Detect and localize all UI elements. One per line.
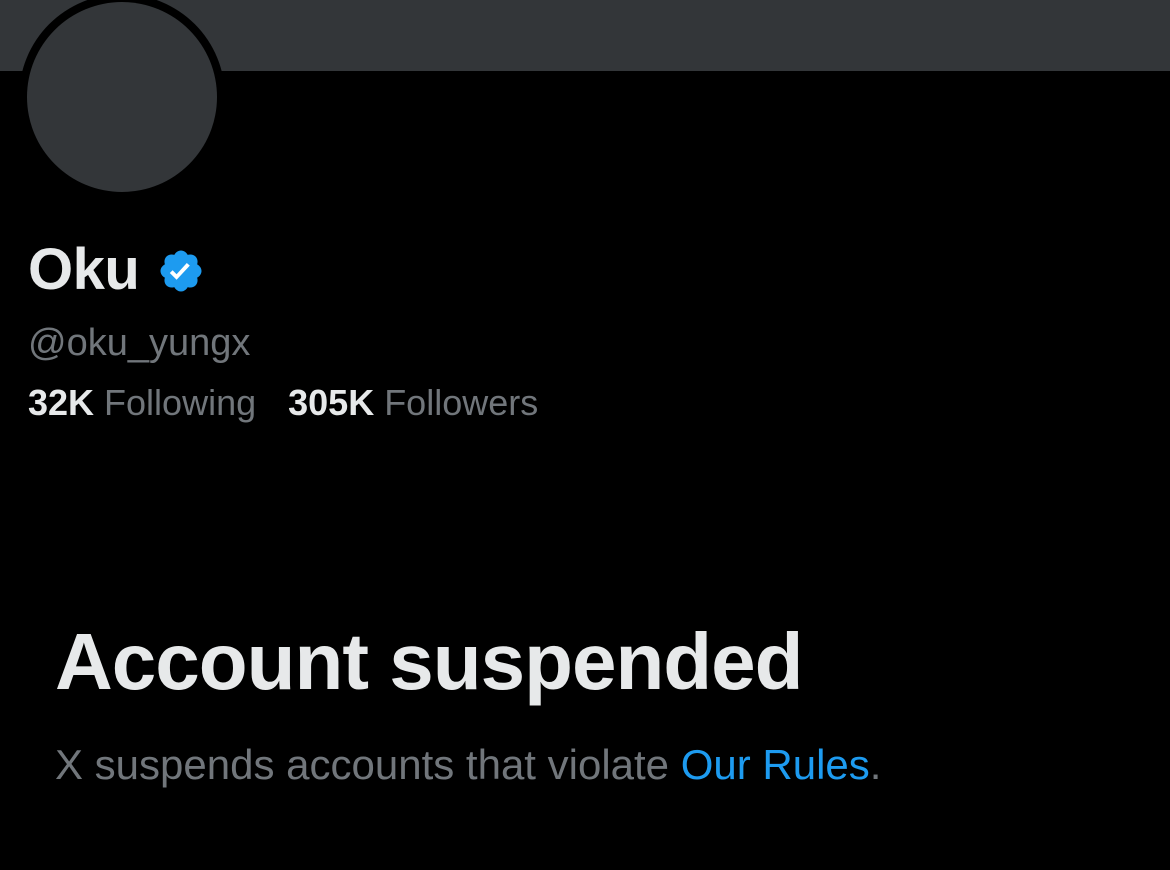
profile-stats: 32K Following 305K Followers bbox=[28, 381, 570, 425]
followers-count: 305K bbox=[288, 382, 375, 423]
suspension-message-period: . bbox=[869, 741, 882, 788]
our-rules-link[interactable]: Our Rules bbox=[681, 741, 870, 788]
following-link[interactable]: 32K Following bbox=[28, 381, 256, 425]
suspension-title: Account suspended bbox=[55, 617, 804, 706]
followers-label: Followers bbox=[384, 382, 539, 423]
followers-link[interactable]: 305K Followers bbox=[288, 381, 538, 425]
suspension-message: X suspends accounts that violate Our Rul… bbox=[55, 740, 881, 790]
profile-handle: @oku_yungx bbox=[28, 322, 251, 364]
following-count: 32K bbox=[28, 382, 95, 423]
display-name: Oku bbox=[28, 237, 140, 302]
verified-badge-icon[interactable] bbox=[157, 247, 205, 295]
following-label: Following bbox=[104, 382, 257, 423]
profile-page: Oku @oku_yungx 32K Following 305K Follow… bbox=[0, 0, 1170, 870]
profile-name-row: Oku bbox=[28, 236, 205, 304]
avatar-placeholder bbox=[27, 2, 217, 192]
avatar[interactable] bbox=[19, 0, 225, 200]
suspension-message-text: X suspends accounts that violate bbox=[55, 741, 681, 788]
